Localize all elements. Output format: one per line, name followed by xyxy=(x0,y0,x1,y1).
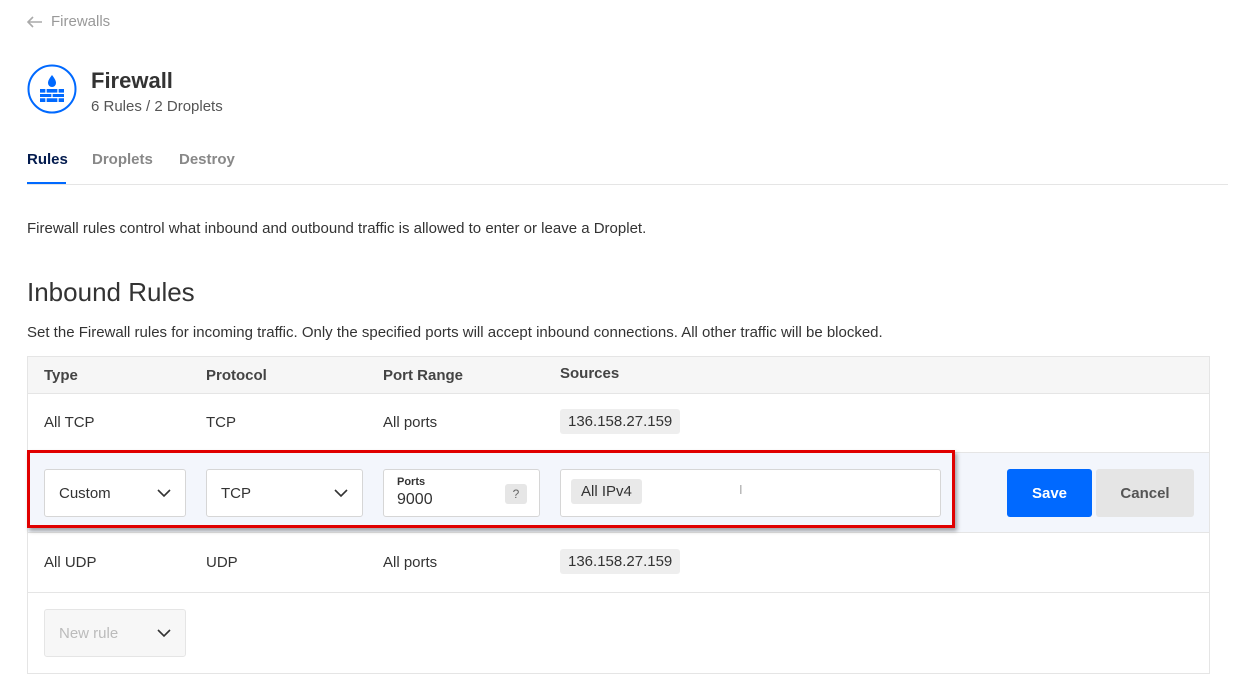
inbound-rules-heading: Inbound Rules xyxy=(27,277,195,307)
rule-source-chip: 136.158.27.159 xyxy=(560,549,681,574)
inbound-rules-description: Set the Firewall rules for incoming traf… xyxy=(27,324,883,341)
text-cursor-icon: I xyxy=(739,482,743,497)
chevron-down-icon xyxy=(157,629,171,638)
column-sources: Sources xyxy=(560,365,620,382)
back-label: Firewalls xyxy=(51,13,111,30)
sources-input[interactable]: All IPv4 I xyxy=(560,469,941,517)
rule-port-range: All ports xyxy=(383,414,438,431)
edit-rule-row: Custom TCP Ports 9000 ? All IPv4 I Save … xyxy=(28,453,1209,533)
table-header: Type Protocol Port Range Sources xyxy=(28,357,1209,394)
rule-source-chip: 136.158.27.159 xyxy=(560,409,681,434)
chevron-down-icon xyxy=(334,489,348,498)
protocol-select-value: TCP xyxy=(221,485,251,502)
column-port-range: Port Range xyxy=(383,367,464,384)
ports-field-value[interactable]: 9000 xyxy=(397,491,433,509)
cancel-button[interactable]: Cancel xyxy=(1096,469,1194,517)
tab-bar: Rules Droplets Destroy xyxy=(27,146,1228,185)
tab-destroy[interactable]: Destroy xyxy=(179,151,235,168)
inbound-rules-table: Type Protocol Port Range Sources All TCP… xyxy=(27,356,1210,674)
rule-port-range: All ports xyxy=(383,554,438,571)
chevron-down-icon xyxy=(157,489,171,498)
ports-field[interactable]: Ports 9000 ? xyxy=(383,469,540,517)
ports-field-label: Ports xyxy=(397,476,426,488)
column-type: Type xyxy=(44,367,78,384)
save-button[interactable]: Save xyxy=(1007,469,1092,517)
tab-rules[interactable]: Rules xyxy=(27,151,68,168)
type-select[interactable]: Custom xyxy=(44,469,186,517)
protocol-select[interactable]: TCP xyxy=(206,469,363,517)
rule-type: All TCP xyxy=(44,414,95,431)
page-title: Firewall xyxy=(91,68,173,93)
table-row: All UDP UDP All ports 136.158.27.159 xyxy=(28,533,1209,593)
table-row: All TCP TCP All ports 136.158.27.159 xyxy=(28,394,1209,453)
new-rule-select[interactable]: New rule xyxy=(44,609,186,657)
firewall-icon xyxy=(27,64,77,114)
help-icon[interactable]: ? xyxy=(505,484,527,504)
rule-protocol: UDP xyxy=(206,554,238,571)
tab-droplets[interactable]: Droplets xyxy=(92,151,153,168)
column-protocol: Protocol xyxy=(206,367,267,384)
rule-type: All UDP xyxy=(44,554,97,571)
rule-protocol: TCP xyxy=(206,414,236,431)
page-subtitle: 6 Rules / 2 Droplets xyxy=(91,98,223,115)
new-rule-placeholder: New rule xyxy=(59,625,119,642)
type-select-value: Custom xyxy=(59,485,111,502)
source-tag[interactable]: All IPv4 xyxy=(571,479,642,504)
back-to-firewalls-link[interactable]: Firewalls xyxy=(27,13,110,30)
firewall-description: Firewall rules control what inbound and … xyxy=(27,220,647,237)
active-tab-indicator xyxy=(27,182,66,184)
arrow-left-icon xyxy=(27,15,42,28)
